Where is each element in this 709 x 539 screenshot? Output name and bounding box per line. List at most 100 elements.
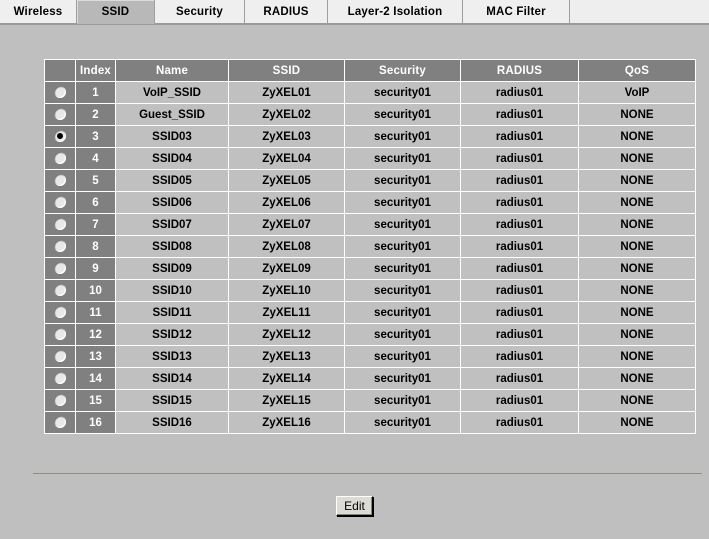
table-row[interactable]: 2 Guest_SSID ZyXEL02 security01 radius01 NONE <box>44 103 696 126</box>
row-select-cell[interactable] <box>44 389 76 412</box>
tab-wireless[interactable]: Wireless <box>0 0 77 24</box>
radio-button-icon[interactable] <box>54 130 66 143</box>
row-select-cell[interactable] <box>44 411 76 434</box>
row-select-cell[interactable] <box>44 125 76 148</box>
row-select-cell[interactable] <box>44 367 76 390</box>
cell-radius: radius01 <box>460 235 579 258</box>
radio-button-icon[interactable] <box>54 328 66 341</box>
button-row: Edit <box>0 496 709 516</box>
cell-qos: NONE <box>578 389 696 412</box>
tab-label: SSID <box>101 5 130 18</box>
cell-name: SSID09 <box>115 257 229 280</box>
table-row[interactable]: 15 SSID15 ZyXEL15 security01 radius01 NONE <box>44 389 696 412</box>
table-row[interactable]: 5 SSID05 ZyXEL05 security01 radius01 NONE <box>44 169 696 192</box>
row-select-cell[interactable] <box>44 147 76 170</box>
cell-radius: radius01 <box>460 345 579 368</box>
cell-radius: radius01 <box>460 191 579 214</box>
cell-qos: NONE <box>578 411 696 434</box>
radio-button-icon[interactable] <box>54 240 66 253</box>
tab-label: Security <box>176 5 223 18</box>
ssid-page-content: Index Name SSID Security RADIUS QoS 1 VoI… <box>0 25 709 539</box>
cell-name: SSID03 <box>115 125 229 148</box>
cell-security: security01 <box>344 147 461 170</box>
cell-security: security01 <box>344 169 461 192</box>
cell-name: SSID07 <box>115 213 229 236</box>
table-row[interactable]: 4 SSID04 ZyXEL04 security01 radius01 NONE <box>44 147 696 170</box>
cell-ssid: ZyXEL05 <box>228 169 345 192</box>
cell-security: security01 <box>344 301 461 324</box>
cell-index: 8 <box>75 235 116 258</box>
radio-button-icon[interactable] <box>54 350 66 363</box>
radio-button-icon[interactable] <box>54 196 66 209</box>
cell-ssid: ZyXEL12 <box>228 323 345 346</box>
row-select-cell[interactable] <box>44 81 76 104</box>
table-row[interactable]: 6 SSID06 ZyXEL06 security01 radius01 NONE <box>44 191 696 214</box>
table-row[interactable]: 9 SSID09 ZyXEL09 security01 radius01 NONE <box>44 257 696 280</box>
cell-name: SSID05 <box>115 169 229 192</box>
cell-radius: radius01 <box>460 169 579 192</box>
table-row[interactable]: 16 SSID16 ZyXEL16 security01 radius01 NONE <box>44 411 696 434</box>
row-select-cell[interactable] <box>44 169 76 192</box>
cell-ssid: ZyXEL09 <box>228 257 345 280</box>
row-select-cell[interactable] <box>44 213 76 236</box>
cell-index: 5 <box>75 169 116 192</box>
cell-security: security01 <box>344 279 461 302</box>
radio-button-icon[interactable] <box>54 416 66 429</box>
radio-button-icon[interactable] <box>54 394 66 407</box>
cell-ssid: ZyXEL01 <box>228 81 345 104</box>
cell-name: SSID04 <box>115 147 229 170</box>
cell-radius: radius01 <box>460 257 579 280</box>
table-row[interactable]: 14 SSID14 ZyXEL14 security01 radius01 NONE <box>44 367 696 390</box>
radio-button-icon[interactable] <box>54 152 66 165</box>
column-header-index: Index <box>75 59 116 82</box>
table-row[interactable]: 8 SSID08 ZyXEL08 security01 radius01 NONE <box>44 235 696 258</box>
cell-ssid: ZyXEL10 <box>228 279 345 302</box>
radio-button-icon[interactable] <box>54 262 66 275</box>
table-row[interactable]: 12 SSID12 ZyXEL12 security01 radius01 NONE <box>44 323 696 346</box>
radio-button-icon[interactable] <box>54 306 66 319</box>
table-row[interactable]: 7 SSID07 ZyXEL07 security01 radius01 NONE <box>44 213 696 236</box>
tab-radius[interactable]: RADIUS <box>245 0 328 24</box>
row-select-cell[interactable] <box>44 345 76 368</box>
cell-ssid: ZyXEL02 <box>228 103 345 126</box>
edit-button[interactable]: Edit <box>336 496 373 516</box>
row-select-cell[interactable] <box>44 279 76 302</box>
radio-button-icon[interactable] <box>54 86 66 99</box>
cell-name: SSID11 <box>115 301 229 324</box>
table-header-row: Index Name SSID Security RADIUS QoS <box>44 59 696 82</box>
cell-index: 15 <box>75 389 116 412</box>
table-row[interactable]: 11 SSID11 ZyXEL11 security01 radius01 NONE <box>44 301 696 324</box>
table-row[interactable]: 13 SSID13 ZyXEL13 security01 radius01 NONE <box>44 345 696 368</box>
table-row[interactable]: 10 SSID10 ZyXEL10 security01 radius01 NONE <box>44 279 696 302</box>
radio-button-icon[interactable] <box>54 284 66 297</box>
cell-qos: NONE <box>578 367 696 390</box>
cell-index: 10 <box>75 279 116 302</box>
tab-layer-2-isolation[interactable]: Layer-2 Isolation <box>328 0 463 24</box>
row-select-cell[interactable] <box>44 191 76 214</box>
cell-radius: radius01 <box>460 147 579 170</box>
cell-ssid: ZyXEL14 <box>228 367 345 390</box>
radio-button-icon[interactable] <box>54 372 66 385</box>
radio-button-icon[interactable] <box>54 218 66 231</box>
tab-security[interactable]: Security <box>155 0 245 24</box>
radio-button-icon[interactable] <box>54 174 66 187</box>
tab-mac-filter[interactable]: MAC Filter <box>463 0 570 24</box>
row-select-cell[interactable] <box>44 257 76 280</box>
row-select-cell[interactable] <box>44 301 76 324</box>
row-select-cell[interactable] <box>44 103 76 126</box>
cell-ssid: ZyXEL16 <box>228 411 345 434</box>
tab-label: MAC Filter <box>486 5 546 18</box>
column-header-security: Security <box>344 59 461 82</box>
radio-button-icon[interactable] <box>54 108 66 121</box>
tab-ssid[interactable]: SSID <box>77 0 155 24</box>
row-select-cell[interactable] <box>44 235 76 258</box>
cell-radius: radius01 <box>460 301 579 324</box>
table-row[interactable]: 3 SSID03 ZyXEL03 security01 radius01 NONE <box>44 125 696 148</box>
cell-qos: VoIP <box>578 81 696 104</box>
cell-radius: radius01 <box>460 279 579 302</box>
row-select-cell[interactable] <box>44 323 76 346</box>
tab-label: RADIUS <box>263 5 309 18</box>
table-row[interactable]: 1 VoIP_SSID ZyXEL01 security01 radius01 VoIP <box>44 81 696 104</box>
cell-radius: radius01 <box>460 389 579 412</box>
cell-ssid: ZyXEL15 <box>228 389 345 412</box>
